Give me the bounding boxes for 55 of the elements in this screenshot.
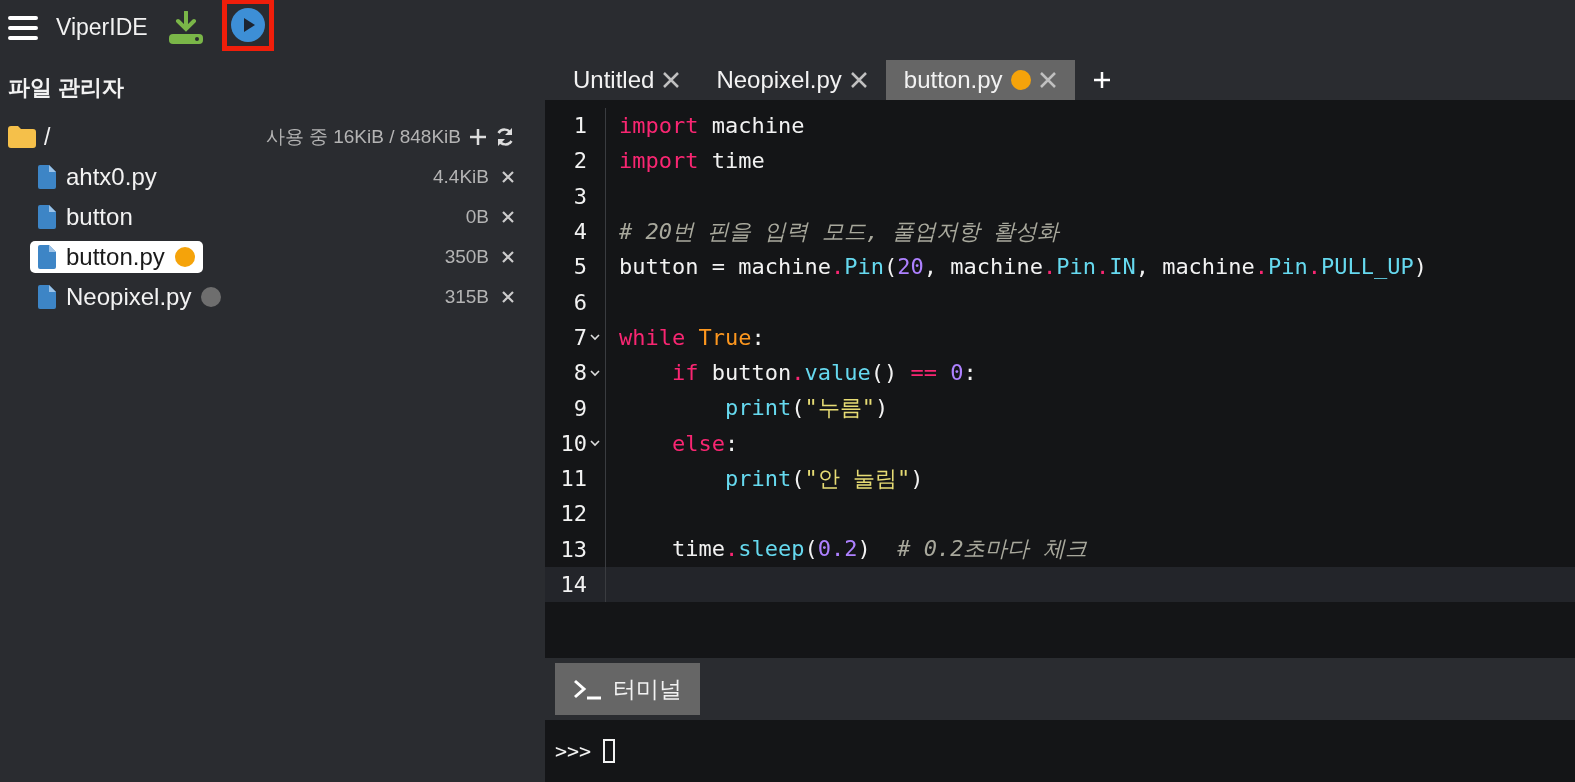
file-size: 4.4KiB (433, 166, 489, 188)
file-icon (38, 205, 56, 229)
text-cursor (603, 739, 616, 763)
code-line: while True: (618, 324, 765, 350)
refresh-icon[interactable] (495, 127, 515, 147)
app-title: ViperIDE (56, 14, 148, 41)
code-line: import time (618, 148, 765, 174)
code-line: else: (670, 430, 739, 456)
file-size: 315B (444, 286, 489, 308)
line-number: 5 (573, 254, 587, 280)
line-number: 1 (573, 113, 587, 139)
file-size: 0B (465, 206, 489, 228)
editor-tab[interactable]: Neopixel.py (698, 60, 886, 100)
code-line: import machine (618, 113, 805, 139)
file-item[interactable]: Neopixel.py (30, 281, 230, 313)
code-line: print("누름") (723, 394, 889, 422)
editor-tab[interactable]: Untitled (555, 60, 699, 100)
line-number: 14 (560, 572, 587, 597)
line-number: 11 (560, 466, 587, 492)
close-icon[interactable] (662, 71, 681, 89)
download-icon[interactable] (167, 10, 204, 45)
file-item[interactable]: button (30, 201, 141, 233)
panel-title: 파일 관리자 (8, 74, 125, 102)
close-icon[interactable] (849, 71, 868, 89)
folder-icon (8, 126, 36, 148)
add-icon[interactable] (469, 128, 487, 146)
file-size: 350B (444, 246, 489, 268)
code-line: # 20번 핀을 입력 모드, 풀업저항 활성화 (618, 217, 1060, 246)
line-number: 7 (573, 324, 587, 350)
storage-usage: 사용 중 16KiB / 848KiB (265, 125, 461, 149)
menu-icon[interactable] (8, 14, 38, 41)
code-line: time.sleep(0.2) # 0.2초마다 체크 (670, 535, 1087, 564)
line-number: 4 (573, 219, 587, 245)
file-icon (38, 285, 56, 309)
line-number: 10 (560, 430, 587, 456)
file-item[interactable]: button.py (30, 241, 203, 273)
code-line: if button.value() == 0: (670, 360, 977, 386)
line-number: 8 (573, 360, 587, 386)
file-icon (38, 165, 56, 189)
terminal-icon (573, 678, 603, 700)
code-line: button = machine.Pin(20, machine.Pin.IN, machine.Pin.PULL_UP) (618, 254, 1428, 280)
editor-tab[interactable]: button.py (885, 60, 1075, 100)
line-number: 6 (573, 289, 587, 315)
line-number: 3 (573, 183, 587, 209)
file-icon (38, 245, 56, 269)
line-number: 2 (573, 148, 587, 174)
run-button[interactable] (221, 0, 274, 51)
folder-name[interactable]: / (44, 123, 51, 151)
terminal-prompt: >>> (555, 739, 592, 763)
line-number: 12 (560, 501, 587, 527)
line-number: 9 (573, 395, 587, 421)
line-number: 13 (560, 536, 587, 562)
terminal-tab[interactable]: 터미널 (555, 663, 700, 715)
file-item[interactable]: ahtx0.py (30, 161, 165, 193)
code-line: print("안 눌림") (723, 464, 924, 493)
